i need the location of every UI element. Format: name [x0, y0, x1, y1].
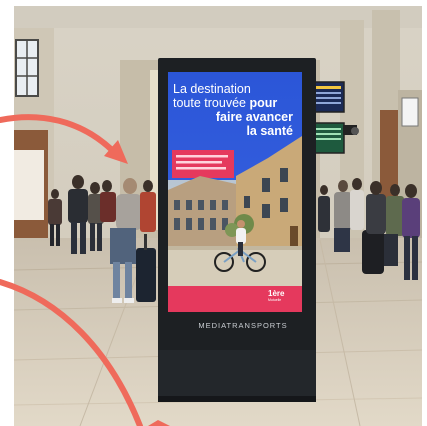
brand-logo: 1ère Mutuelle — [268, 290, 294, 306]
headline-line2: toute trouvée pour — [173, 96, 297, 110]
brand-logo-subtext: Mutuelle — [268, 298, 282, 302]
station-photo — [0, 0, 427, 426]
brand-logo-text: 1ère — [268, 289, 285, 298]
headline-line2-b: pour — [249, 96, 278, 110]
poster-headline: La destination toute trouvée pour faire … — [173, 82, 297, 138]
headline-line3: faire avancer — [215, 110, 293, 124]
headline-line4: la santé — [246, 124, 293, 138]
promo-tag — [172, 150, 234, 178]
headline-line1: La destination — [173, 82, 251, 96]
headline-line2-a: toute trouvée — [173, 96, 250, 110]
left-window — [15, 39, 39, 97]
kiosk-label: MEDIATRANSPORTS — [198, 321, 288, 330]
